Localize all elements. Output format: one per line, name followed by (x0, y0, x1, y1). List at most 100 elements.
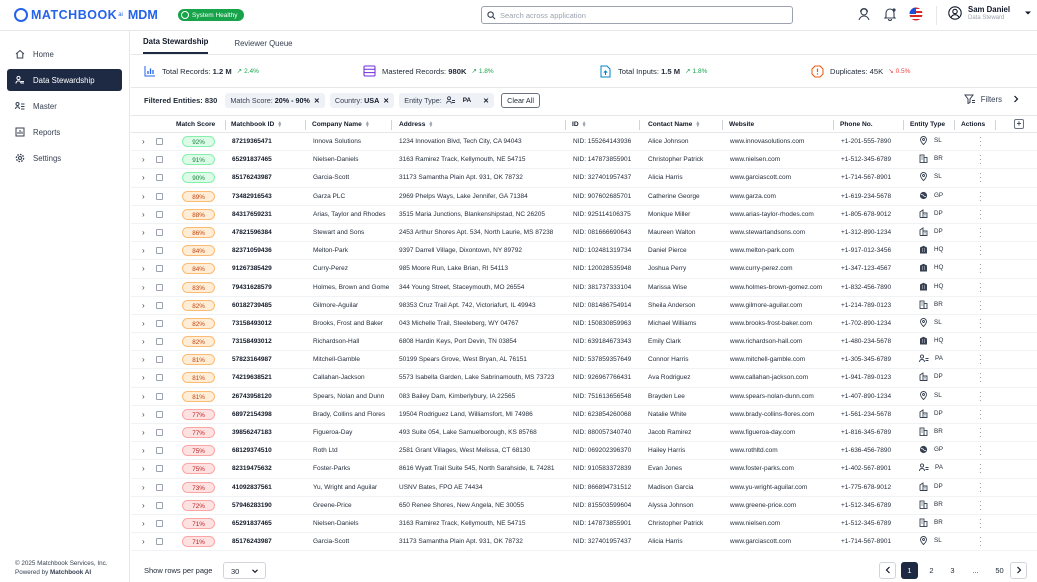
expand-row-chevron-icon[interactable]: › (142, 319, 145, 328)
expand-row-chevron-icon[interactable]: › (142, 337, 145, 346)
column-divider[interactable] (722, 120, 723, 130)
table-row[interactable]: › 77% 39856247183 Figueroa-Day 493 Suite 054… (131, 424, 1037, 443)
notification-bell-icon[interactable] (883, 7, 897, 21)
table-row[interactable]: › 91% 65291837465 Nielsen-Daniels 3163 Ramir… (131, 151, 1037, 170)
table-row[interactable]: › 82% 60182739485 Gilmore-Aguilar 98353 Cruz… (131, 297, 1037, 315)
matchbook-id-cell[interactable]: 68129374510 (232, 447, 272, 454)
row-actions-menu-icon[interactable]: · · · (979, 152, 982, 168)
matchbook-id-cell[interactable]: 47821596384 (232, 229, 272, 236)
column-divider[interactable] (833, 120, 834, 130)
website-cell[interactable]: www.melton-park.com (730, 247, 832, 254)
table-row[interactable]: › 73% 41092837561 Yu, Wright and Aguilar USN… (131, 479, 1037, 497)
user-menu[interactable]: Sam Daniel Data Steward (948, 5, 1032, 21)
row-checkbox[interactable] (156, 228, 163, 236)
column-divider[interactable] (995, 120, 996, 130)
row-actions-menu-icon[interactable]: · · · (979, 479, 982, 495)
matchbook-id-cell[interactable]: 26743958120 (232, 393, 272, 400)
us-flag-icon[interactable] (909, 7, 923, 21)
column-divider[interactable] (565, 120, 566, 130)
row-checkbox[interactable] (156, 319, 163, 327)
expand-row-chevron-icon[interactable]: › (142, 283, 145, 292)
row-checkbox[interactable] (156, 392, 163, 400)
matchbook-id-cell[interactable]: 91267385429 (232, 265, 272, 272)
website-cell[interactable]: www.yu-wright-aguilar.com (730, 484, 832, 491)
row-actions-menu-icon[interactable]: · · · (979, 224, 982, 240)
expand-row-chevron-icon[interactable]: › (142, 519, 145, 528)
row-actions-menu-icon[interactable]: · · · (979, 425, 982, 441)
filter-chip-entity-type[interactable]: Entity Type: PA ✕ (399, 92, 495, 108)
table-row[interactable]: › 90% 85176243987 Garcia-Scott 31173 Samanth… (131, 169, 1037, 188)
table-row[interactable]: › 89% 73482916543 Garza PLC 2969 Phelps Ways… (131, 188, 1037, 206)
matchbook-id-cell[interactable]: 85176243987 (232, 538, 272, 545)
add-column-button[interactable]: + (1014, 119, 1024, 129)
close-icon[interactable]: ✕ (383, 96, 389, 105)
table-row[interactable]: › 88% 84317659231 Arias, Taylor and Rhodes 3… (131, 206, 1037, 224)
expand-row-chevron-icon[interactable]: › (142, 210, 145, 219)
table-row[interactable]: › 72% 57946283190 Greene-Price 650 Renee Sho… (131, 497, 1037, 515)
expand-row-chevron-icon[interactable]: › (142, 192, 145, 201)
row-checkbox[interactable] (156, 338, 163, 346)
rows-per-page-select[interactable]: 30 (223, 562, 266, 579)
matchbook-id-cell[interactable]: 87219365471 (232, 138, 272, 145)
table-row[interactable]: › 75% 82319475632 Foster-Parks 8616 Wyatt Tr… (131, 460, 1037, 479)
expand-row-chevron-icon[interactable]: › (142, 373, 145, 382)
row-actions-menu-icon[interactable]: · · · (979, 352, 982, 368)
row-checkbox[interactable] (156, 374, 163, 382)
sidebar-item-home[interactable]: Home (7, 43, 122, 65)
row-actions-menu-icon[interactable]: · · · (979, 515, 982, 531)
next-page-button[interactable] (1010, 562, 1027, 579)
matchbook-id-cell[interactable]: 57946283190 (232, 502, 272, 509)
website-cell[interactable]: www.spears-nolan-dunn.com (730, 393, 832, 400)
page-50-button[interactable]: 50 (991, 562, 1008, 579)
matchbook-id-cell[interactable]: 65291837465 (232, 156, 272, 163)
tab-reviewer-queue[interactable]: Reviewer Queue (234, 39, 292, 54)
row-checkbox[interactable] (156, 483, 163, 491)
website-cell[interactable]: www.stewartandsons.com (730, 229, 832, 236)
matchbook-id-cell[interactable]: 68972154398 (232, 411, 272, 418)
logo[interactable]: MATCHBOOK ai MDM (14, 8, 164, 22)
matchbook-id-cell[interactable]: 73482916543 (232, 193, 272, 200)
matchbook-id-cell[interactable]: 84317659231 (232, 211, 272, 218)
expand-row-chevron-icon[interactable]: › (142, 501, 145, 510)
row-actions-menu-icon[interactable]: · · · (979, 443, 982, 459)
expand-row-chevron-icon[interactable]: › (142, 410, 145, 419)
column-divider[interactable] (225, 120, 226, 130)
close-icon[interactable]: ✕ (483, 96, 489, 105)
row-actions-menu-icon[interactable]: · · · (979, 315, 982, 331)
row-actions-menu-icon[interactable]: · · · (979, 134, 982, 150)
website-cell[interactable]: www.nielsen.com (730, 520, 832, 527)
matchbook-id-cell[interactable]: 65291837465 (232, 520, 272, 527)
sort-icon[interactable]: ▲ ▼ (582, 120, 587, 128)
website-cell[interactable]: www.garciascott.com (730, 538, 832, 545)
table-row[interactable]: › 75% 68129374510 Roth Ltd 2581 Grant Villag… (131, 442, 1037, 461)
matchbook-id-cell[interactable]: 73158493012 (232, 338, 272, 345)
table-row[interactable]: › 82% 73158493012 Brooks, Frost and Baker 04… (131, 315, 1037, 334)
column-header-id[interactable]: ID ▲ ▼ (572, 120, 587, 128)
expand-row-chevron-icon[interactable]: › (142, 246, 145, 255)
sidebar-item-reports[interactable]: Reports (7, 121, 122, 143)
expand-row-chevron-icon[interactable]: › (142, 264, 145, 273)
row-checkbox[interactable] (156, 501, 163, 509)
prev-page-button[interactable] (879, 562, 896, 579)
close-icon[interactable]: ✕ (314, 96, 320, 105)
row-checkbox[interactable] (156, 301, 163, 309)
row-actions-menu-icon[interactable]: · · · (979, 206, 982, 222)
expand-row-chevron-icon[interactable]: › (142, 446, 145, 455)
website-cell[interactable]: www.arias-taylor-rhodes.com (730, 211, 832, 218)
table-row[interactable]: › 71% 65291837465 Nielsen-Daniels 3163 Ramir… (131, 515, 1037, 534)
website-cell[interactable]: www.rothltd.com (730, 447, 832, 454)
row-actions-menu-icon[interactable]: · · · (979, 334, 982, 350)
expand-row-chevron-icon[interactable]: › (142, 392, 145, 401)
chevron-right-icon[interactable] (1012, 95, 1020, 103)
website-cell[interactable]: www.garciascott.com (730, 174, 832, 181)
expand-row-chevron-icon[interactable]: › (142, 301, 145, 310)
expand-row-chevron-icon[interactable]: › (142, 428, 145, 437)
column-divider[interactable] (639, 120, 640, 130)
website-cell[interactable]: www.gilmore-aguilar.com (730, 302, 832, 309)
clear-all-button[interactable]: Clear All (501, 92, 540, 108)
row-actions-menu-icon[interactable]: · · · (979, 497, 982, 513)
table-row[interactable]: › 84% 82371059436 Melton-Park 9397 Darrell V… (131, 242, 1037, 261)
row-checkbox[interactable] (156, 538, 163, 546)
row-actions-menu-icon[interactable]: · · · (979, 279, 982, 295)
row-checkbox[interactable] (156, 519, 163, 527)
